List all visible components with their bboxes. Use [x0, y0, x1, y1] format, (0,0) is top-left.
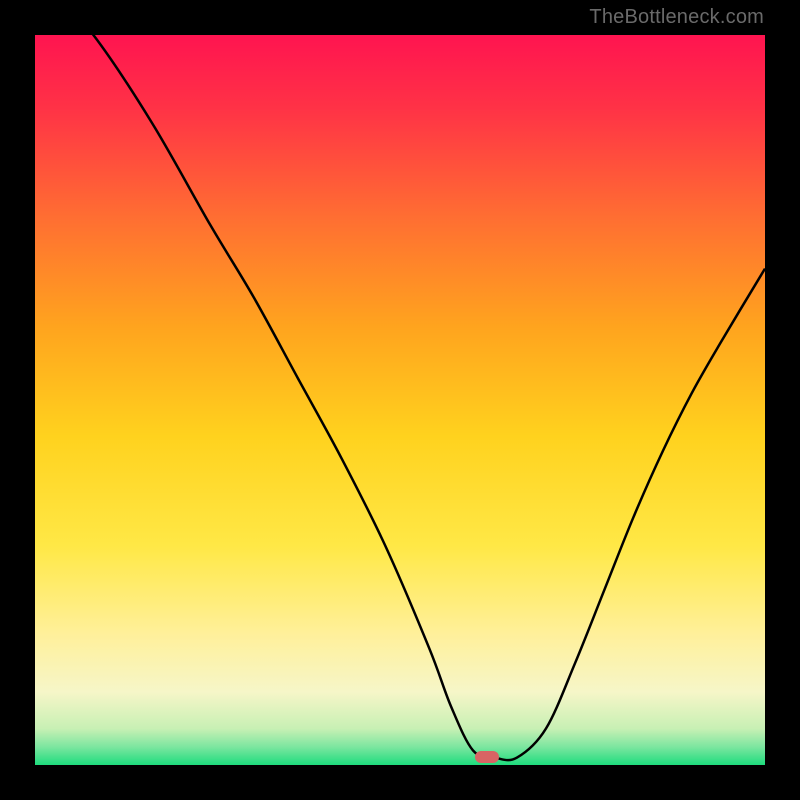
- bottleneck-curve: [35, 35, 765, 760]
- curve-layer: [35, 35, 765, 765]
- watermark-text: TheBottleneck.com: [589, 6, 764, 29]
- plot-area: [35, 35, 765, 765]
- optimal-marker: [475, 751, 499, 763]
- chart-frame: TheBottleneck.com: [0, 0, 800, 800]
